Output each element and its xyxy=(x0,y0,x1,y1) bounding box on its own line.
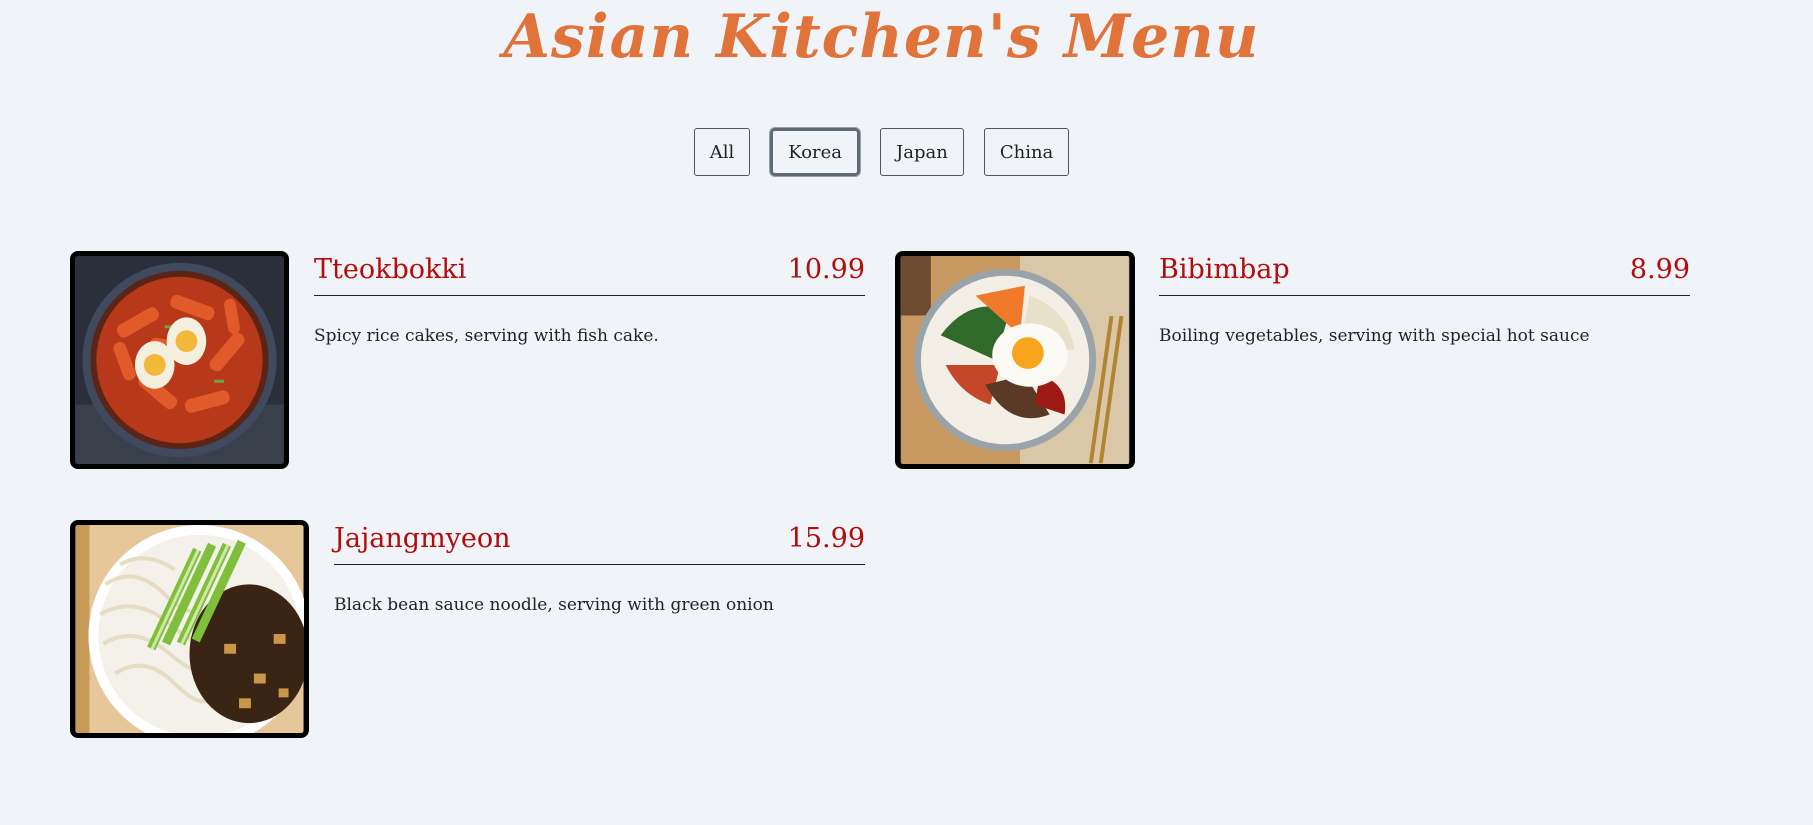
bibimbap-image xyxy=(895,251,1135,469)
jajangmyeon-image xyxy=(70,520,309,738)
menu-item-tteokbokki: Tteokbokki 10.99 Spicy rice cakes, servi… xyxy=(70,251,865,469)
dish-description: Black bean sauce noodle, serving with gr… xyxy=(334,595,774,615)
category-filter-bar: All Korea Japan China xyxy=(0,128,1763,176)
tteokbokki-image xyxy=(70,251,289,469)
filter-all-button[interactable]: All xyxy=(693,128,751,176)
jajangmyeon-details: Jajangmyeon 15.99 Black bean sauce noodl… xyxy=(334,520,865,616)
tteokbokki-illustration xyxy=(75,256,284,464)
tteokbokki-details: Tteokbokki 10.99 Spicy rice cakes, servi… xyxy=(314,251,865,347)
filter-china-button[interactable]: China xyxy=(983,128,1070,176)
jajangmyeon-illustration xyxy=(75,525,304,733)
bibimbap-illustration xyxy=(901,256,1129,464)
filter-japan-button[interactable]: Japan xyxy=(880,128,964,176)
dish-price: 10.99 xyxy=(787,254,865,285)
dish-name: Bibimbap xyxy=(1159,254,1290,285)
dish-description: Spicy rice cakes, serving with fish cake… xyxy=(314,326,659,346)
dish-name: Jajangmyeon xyxy=(334,523,511,554)
menu-page: Asian Kitchen's Menu All Korea Japan Chi… xyxy=(0,0,1813,825)
menu-item-jajangmyeon: Jajangmyeon 15.99 Black bean sauce noodl… xyxy=(70,520,865,738)
dish-price: 15.99 xyxy=(787,523,865,554)
dish-description: Boiling vegetables, serving with special… xyxy=(1159,326,1590,346)
jajangmyeon-header: Jajangmyeon 15.99 xyxy=(334,520,865,565)
menu-item-bibimbap: Bibimbap 8.99 Boiling vegetables, servin… xyxy=(895,251,1690,469)
tteokbokki-header: Tteokbokki 10.99 xyxy=(314,251,865,296)
dish-name: Tteokbokki xyxy=(314,254,467,285)
filter-korea-button[interactable]: Korea xyxy=(770,128,861,176)
page-title: Asian Kitchen's Menu xyxy=(503,2,1260,72)
dish-price: 8.99 xyxy=(1629,254,1690,285)
bibimbap-header: Bibimbap 8.99 xyxy=(1159,251,1690,296)
bibimbap-details: Bibimbap 8.99 Boiling vegetables, servin… xyxy=(1159,251,1690,347)
